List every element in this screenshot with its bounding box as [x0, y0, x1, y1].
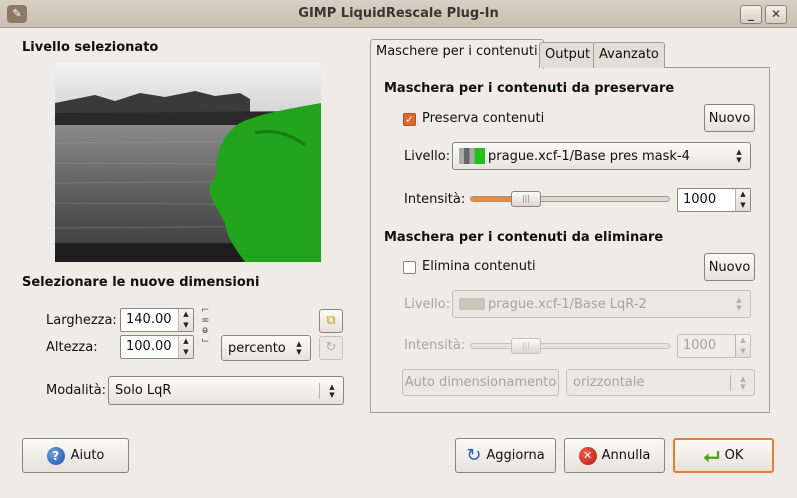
layer-preview-image: [55, 63, 321, 262]
close-button[interactable]: ✕: [765, 5, 787, 24]
layer-thumbnail-icon: [459, 298, 485, 310]
tab-output[interactable]: Output: [539, 42, 597, 68]
preserve-checkbox[interactable]: ✓: [403, 113, 416, 126]
cancel-label: Annulla: [601, 448, 651, 463]
chain-link-icon[interactable]: ⌐ ∞ ⱺ ⌙: [201, 306, 209, 346]
discard-layer-label: Livello:: [404, 297, 451, 312]
discard-heading: Maschera per i contenuti da eliminare: [384, 230, 664, 245]
cancel-icon: ✕: [578, 446, 597, 465]
discard-layer-select[interactable]: prague.xcf-1/Base LqR-2 ▲ ▼: [452, 290, 751, 318]
width-label: Larghezza:: [46, 313, 117, 328]
help-icon: ?: [46, 446, 65, 465]
preserve-intensity-slider[interactable]: [470, 196, 670, 202]
reset-size-icon[interactable]: ↻: [319, 336, 343, 360]
unit-select[interactable]: percento ▲ ▼: [221, 335, 311, 361]
preserve-layer-select[interactable]: prague.xcf-1/Base pres mask-4 ▲ ▼: [452, 142, 751, 170]
orientation-select[interactable]: orizzontale ▲ ▼: [566, 369, 755, 396]
height-label: Altezza:: [46, 340, 98, 355]
chevron-updown-icon: ▲ ▼: [736, 296, 742, 312]
chevron-updown-icon: ▲ ▼: [740, 374, 746, 391]
height-stepper[interactable]: ▲ ▼: [178, 336, 193, 358]
unit-value: percento: [228, 340, 286, 356]
auto-size-button[interactable]: Auto dimensionamento: [402, 369, 559, 396]
tab-content-masks[interactable]: Maschere per i contenuti: [370, 39, 544, 69]
chevron-updown-icon: ▲ ▼: [296, 340, 302, 356]
width-stepper[interactable]: ▲ ▼: [178, 309, 193, 331]
refresh-icon: ↻: [466, 445, 482, 466]
preserve-intensity-value[interactable]: 1000: [678, 189, 735, 211]
preserve-intensity-stepper[interactable]: ▲ ▼: [735, 189, 750, 211]
ok-button[interactable]: ⮠ OK: [673, 438, 774, 473]
new-size-heading: Selezionare le nuove dimensioni: [22, 275, 260, 290]
discard-layer-value: prague.xcf-1/Base LqR-2: [488, 296, 647, 312]
minimize-button[interactable]: _: [740, 5, 762, 24]
mode-select[interactable]: Solo LqR ▲ ▼: [108, 376, 344, 405]
ok-label: OK: [724, 448, 744, 463]
preserve-intensity-label: Intensità:: [404, 192, 466, 207]
discard-intensity-spin[interactable]: 1000 ▲ ▼: [677, 334, 751, 358]
width-value[interactable]: 140.00: [121, 309, 178, 331]
chevron-updown-icon: ▲ ▼: [736, 148, 742, 164]
preserve-new-button[interactable]: Nuovo: [704, 104, 755, 132]
discard-intensity-stepper[interactable]: ▲ ▼: [735, 335, 750, 357]
preserve-layer-value: prague.xcf-1/Base pres mask-4: [488, 148, 690, 164]
width-spin[interactable]: 140.00 ▲ ▼: [120, 308, 194, 332]
selected-layer-heading: Livello selezionato: [22, 40, 159, 55]
preserve-layer-label: Livello:: [404, 149, 451, 164]
help-label: Aiuto: [70, 448, 105, 463]
preserve-intensity-spin[interactable]: 1000 ▲ ▼: [677, 188, 751, 212]
preserve-slider-handle[interactable]: |||: [511, 191, 541, 207]
discard-new-button[interactable]: Nuovo: [704, 253, 755, 281]
refresh-button[interactable]: ↻ Aggiorna: [455, 438, 556, 473]
chevron-updown-icon: ▲ ▼: [329, 382, 335, 399]
height-value[interactable]: 100.00: [121, 336, 178, 358]
discard-slider-handle[interactable]: |||: [511, 338, 541, 354]
cancel-button[interactable]: ✕ Annulla: [564, 438, 665, 473]
mode-label: Modalità:: [46, 383, 107, 398]
discard-intensity-value[interactable]: 1000: [678, 335, 735, 357]
help-button[interactable]: ? Aiuto: [22, 438, 129, 473]
discard-intensity-slider[interactable]: [470, 343, 670, 349]
ok-arrow-icon: ⮠: [703, 443, 720, 468]
height-spin[interactable]: 100.00 ▲ ▼: [120, 335, 194, 359]
orientation-value: orizzontale: [573, 375, 645, 390]
refresh-label: Aggiorna: [486, 448, 545, 463]
preserve-checkbox-label[interactable]: Preserva contenuti: [422, 111, 544, 126]
discard-checkbox-label[interactable]: Elimina contenuti: [422, 259, 536, 274]
preview-graphic: [55, 63, 321, 262]
window-title: GIMP LiquidRescale Plug-In: [298, 6, 499, 21]
mode-value: Solo LqR: [115, 383, 172, 398]
fit-canvas-icon[interactable]: ⧉: [319, 309, 343, 333]
discard-checkbox[interactable]: [403, 261, 416, 274]
discard-intensity-label: Intensità:: [404, 338, 466, 353]
tab-advanced[interactable]: Avanzato: [593, 42, 665, 68]
preserve-heading: Maschera per i contenuti da preservare: [384, 81, 675, 96]
layer-thumbnail-icon: [459, 148, 485, 164]
